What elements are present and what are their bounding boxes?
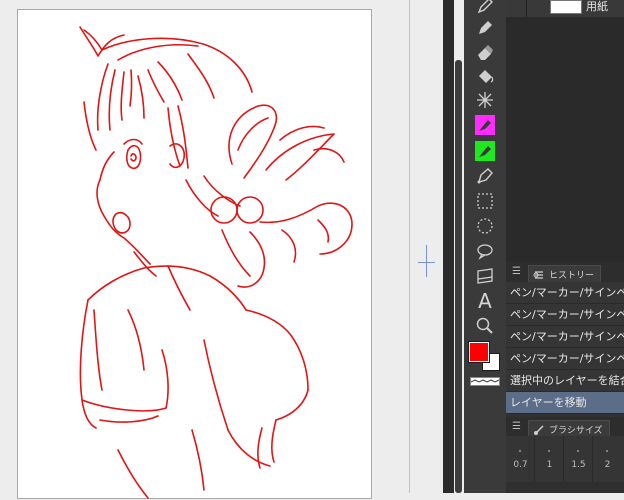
brush-icon <box>534 424 544 435</box>
color-select-magenta-icon[interactable] <box>470 113 500 137</box>
auto-select-icon[interactable] <box>470 88 500 112</box>
history-item[interactable]: ペン/マーカー/サインペン <box>506 348 624 370</box>
drawing-canvas-area[interactable] <box>0 0 443 499</box>
brush-size-dot <box>548 450 550 452</box>
layer-thumbnail <box>550 0 582 14</box>
brush-size-label: 1 <box>546 460 553 470</box>
brush-size-dot <box>577 450 579 452</box>
layer-row-divider <box>526 0 527 17</box>
layer-panel: 用紙 <box>506 0 624 262</box>
history-item[interactable]: ペン/マーカー/サインペン <box>506 282 624 304</box>
brush-size-label: 2 <box>604 460 611 470</box>
color-select-green-icon[interactable] <box>470 139 500 163</box>
speech-bubble-icon[interactable] <box>470 239 500 263</box>
tab-history[interactable]: ヒストリー <box>528 265 602 283</box>
fill-icon[interactable] <box>470 64 500 88</box>
layer-row-paper[interactable]: 用紙 <box>506 0 624 17</box>
brush-size-dot <box>519 450 521 452</box>
tool-palette: A <box>464 0 506 493</box>
brush-size-cell[interactable]: 1 <box>535 436 564 482</box>
history-tabbar: ☰ ヒストリー <box>506 262 624 283</box>
vertical-scrollbar[interactable] <box>455 60 462 493</box>
brush-size-label: 1.5 <box>571 460 586 470</box>
pen-vector-icon[interactable] <box>470 164 500 188</box>
brush-size-dot <box>606 450 608 452</box>
canvas-edge-bar <box>443 0 454 493</box>
zoom-icon[interactable] <box>470 314 500 338</box>
sketch-drawing <box>79 26 353 499</box>
canvas-boundary-line <box>409 0 410 493</box>
history-item[interactable]: 選択中のレイヤーを結合 <box>506 370 624 392</box>
tab-history-label: ヒストリー <box>549 271 595 281</box>
panel-menu-icon[interactable]: ☰ <box>512 421 521 432</box>
right-panel: 用紙 ☰ ヒストリー ペン/マーカー/サインペン ペン/マーカー/サインペン ペ… <box>506 0 624 493</box>
gradient-icon[interactable] <box>470 264 500 288</box>
brush-size-tabbar: ☰ ブラシサイズ <box>506 417 624 438</box>
text-icon[interactable]: A <box>470 289 500 313</box>
eraser-icon[interactable] <box>470 40 500 64</box>
canvas-crosshair-vertical <box>426 245 427 277</box>
brush-size-bottom-strip <box>506 482 624 493</box>
lasso-select-icon[interactable] <box>470 214 500 238</box>
history-item[interactable]: ペン/マーカー/サインペン <box>506 326 624 348</box>
brush-size-cell[interactable]: 2 <box>593 436 624 482</box>
brush-size-cell[interactable]: 0.7 <box>506 436 535 482</box>
history-icon <box>533 270 543 279</box>
main-color-swatch[interactable] <box>469 342 489 362</box>
panel-menu-icon[interactable]: ☰ <box>512 266 521 277</box>
transparent-color-swatch[interactable] <box>470 377 500 386</box>
brush-size-cell[interactable]: 1.5 <box>564 436 593 482</box>
history-item[interactable]: ペン/マーカー/サインペン <box>506 304 624 326</box>
layer-name-label: 用紙 <box>586 0 608 13</box>
brush-size-label: 0.7 <box>513 460 528 470</box>
canvas-paper[interactable] <box>17 9 372 499</box>
history-item-selected[interactable]: レイヤーを移動 <box>506 392 624 414</box>
rectangle-select-icon[interactable] <box>470 189 500 213</box>
pen-nib-icon[interactable] <box>470 16 500 40</box>
tab-brush-size-label: ブラシサイズ <box>549 426 603 436</box>
